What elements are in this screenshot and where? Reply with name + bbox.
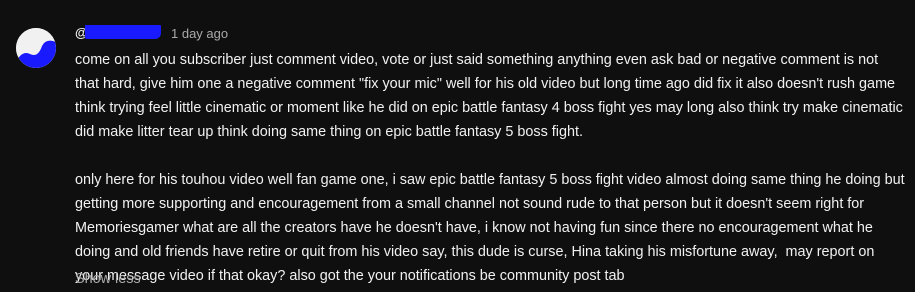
avatar-image	[16, 28, 56, 68]
comment-thread: @D 1 day ago come on all you subscriber …	[0, 0, 915, 292]
comment-body: come on all you subscriber just comment …	[75, 48, 905, 288]
comment-header: @D 1 day ago	[75, 24, 228, 42]
comment-timestamp[interactable]: 1 day ago	[171, 26, 228, 41]
show-less-button[interactable]: Show less	[75, 268, 141, 290]
avatar[interactable]	[16, 28, 56, 68]
author-name[interactable]: @D	[75, 25, 167, 41]
comment-paragraph-1: come on all you subscriber just comment …	[75, 52, 907, 140]
redaction-mark	[85, 25, 161, 39]
comment-paragraph-2: only here for his touhou video well fan …	[75, 172, 909, 284]
